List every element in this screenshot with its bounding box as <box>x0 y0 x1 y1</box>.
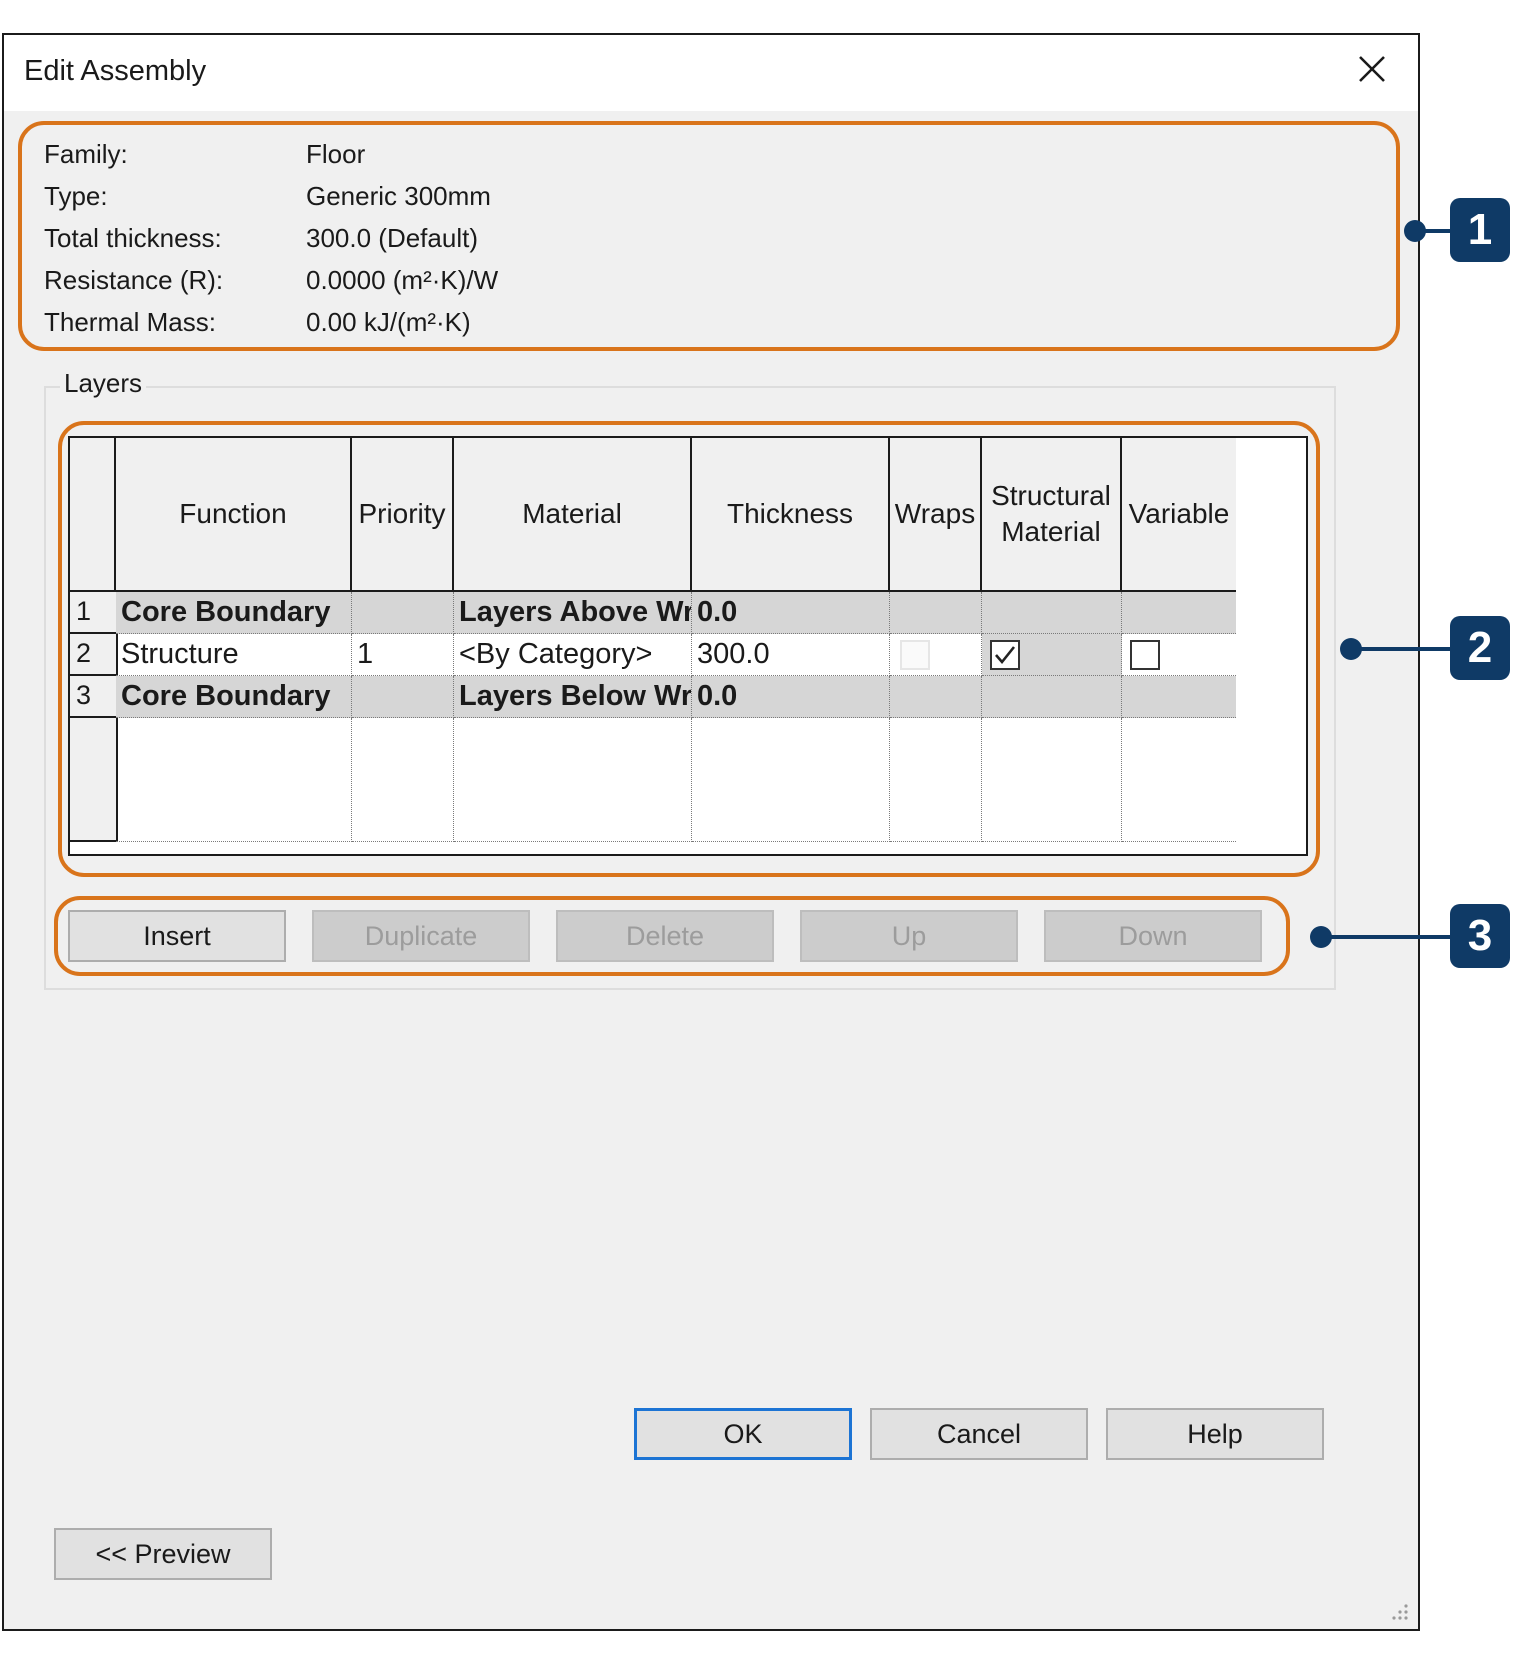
info-value: 0.0000 (m²·K)/W <box>306 265 499 295</box>
cell-material[interactable]: <By Category> <box>454 634 692 676</box>
column-header-material[interactable]: Material <box>454 438 692 592</box>
info-value: Generic 300mm <box>306 181 491 211</box>
callout-badge-1: 1 <box>1450 198 1510 262</box>
cell-variable <box>1122 634 1236 676</box>
layers-group-label: Layers <box>60 368 147 399</box>
cell-priority[interactable] <box>352 676 454 718</box>
cell-wraps <box>890 634 982 676</box>
row-header-corner <box>70 438 116 592</box>
empty-cell <box>1122 718 1236 842</box>
help-button[interactable]: Help <box>1106 1408 1324 1460</box>
column-header-variable[interactable]: Variable <box>1122 438 1236 592</box>
info-label: Thermal Mass: <box>44 307 216 337</box>
close-icon[interactable] <box>1352 49 1392 89</box>
preview-button[interactable]: << Preview <box>54 1528 272 1580</box>
title-bar: Edit Assembly <box>4 35 1418 111</box>
duplicate-button[interactable]: Duplicate <box>312 910 530 962</box>
cell-function[interactable]: Core Boundary <box>116 592 352 634</box>
down-button[interactable]: Down <box>1044 910 1262 962</box>
insert-button[interactable]: Insert <box>68 910 286 962</box>
variable-checkbox[interactable] <box>1130 640 1160 670</box>
empty-cell <box>454 718 692 842</box>
callout-badge-2: 2 <box>1450 616 1510 680</box>
cell-priority[interactable]: 1 <box>352 634 454 676</box>
cell-variable <box>1122 676 1236 718</box>
info-value: Floor <box>306 139 366 169</box>
up-button[interactable]: Up <box>800 910 1018 962</box>
cell-material[interactable]: Layers Above Wr <box>454 592 692 634</box>
column-header-thickness[interactable]: Thickness <box>692 438 890 592</box>
cell-wraps <box>890 676 982 718</box>
info-label: Family: <box>44 139 128 169</box>
cancel-button[interactable]: Cancel <box>870 1408 1088 1460</box>
row-number[interactable]: 1 <box>70 592 118 634</box>
assembly-info: Family: Floor Type: Generic 300mm Total … <box>4 111 1418 381</box>
cell-material[interactable]: Layers Below Wra <box>454 676 692 718</box>
row-number[interactable]: 3 <box>70 676 118 718</box>
empty-cell <box>352 718 454 842</box>
info-label: Resistance (R): <box>44 265 224 295</box>
layers-table[interactable]: Function Priority Material Thickness Wra… <box>68 436 1308 856</box>
empty-cell <box>890 718 982 842</box>
cell-thickness[interactable]: 0.0 <box>692 676 890 718</box>
cell-structural <box>982 592 1122 634</box>
empty-cell <box>116 718 352 842</box>
row-number[interactable]: 2 <box>70 634 118 676</box>
structural-material-checkbox[interactable] <box>990 640 1020 670</box>
info-value: 0.00 kJ/(m²·K) <box>306 307 471 337</box>
info-label: Type: <box>44 181 108 211</box>
empty-cell <box>982 718 1122 842</box>
wraps-checkbox <box>900 640 930 670</box>
dialog-title: Edit Assembly <box>24 55 207 87</box>
callout-line <box>1326 935 1450 939</box>
cell-priority[interactable] <box>352 592 454 634</box>
callout-line <box>1420 229 1450 233</box>
cell-structural <box>982 676 1122 718</box>
cell-thickness[interactable]: 0.0 <box>692 592 890 634</box>
info-label: Total thickness: <box>44 223 222 253</box>
column-header-wraps[interactable]: Wraps <box>890 438 982 592</box>
callout-line <box>1356 647 1450 651</box>
checkmark-icon <box>995 646 1016 665</box>
cell-variable <box>1122 592 1236 634</box>
column-header-priority[interactable]: Priority <box>352 438 454 592</box>
callout-badge-3: 3 <box>1450 904 1510 968</box>
resize-grip-icon[interactable] <box>1388 1600 1410 1622</box>
column-header-structural-material[interactable]: Structural Material <box>982 438 1122 592</box>
cell-function[interactable]: Core Boundary <box>116 676 352 718</box>
info-value: 300.0 (Default) <box>306 223 478 253</box>
delete-button[interactable]: Delete <box>556 910 774 962</box>
cell-structural <box>982 634 1122 676</box>
column-header-function[interactable]: Function <box>116 438 352 592</box>
row-header-empty <box>70 718 118 842</box>
empty-cell <box>692 718 890 842</box>
cell-thickness[interactable]: 300.0 <box>692 634 890 676</box>
cell-wraps <box>890 592 982 634</box>
ok-button[interactable]: OK <box>634 1408 852 1460</box>
cell-function[interactable]: Structure <box>116 634 352 676</box>
